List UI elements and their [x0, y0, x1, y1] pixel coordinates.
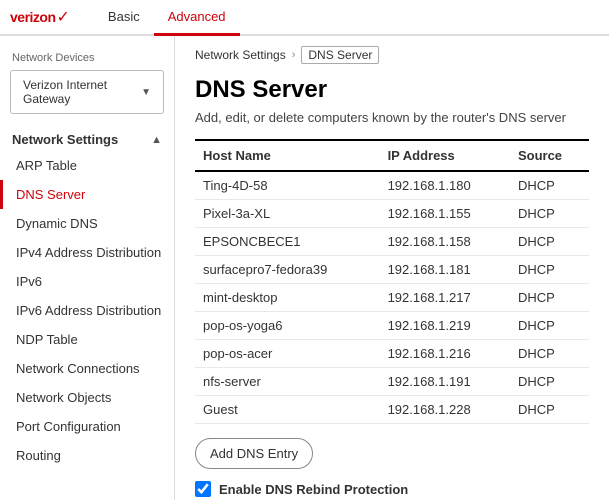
cell-host-name: Pixel-3a-XL	[195, 200, 380, 228]
sidebar: Network Devices Verizon Internet Gateway…	[0, 36, 175, 500]
table-row[interactable]: Pixel-3a-XL192.168.1.155DHCP	[195, 200, 589, 228]
cell-host-name: mint-desktop	[195, 284, 380, 312]
cell-source: DHCP	[510, 256, 589, 284]
network-device-dropdown[interactable]: Verizon Internet Gateway ▼	[10, 70, 164, 114]
breadcrumb-parent: Network Settings	[195, 48, 286, 62]
logo-check: ✓	[57, 7, 70, 27]
cell-ip-address: 192.168.1.155	[380, 200, 510, 228]
sidebar-items: ARP TableDNS ServerDynamic DNSIPv4 Addre…	[0, 151, 174, 470]
cell-source: DHCP	[510, 228, 589, 256]
table-header: Host NameIP AddressSource	[195, 140, 589, 171]
collapse-icon: ▲	[151, 134, 162, 146]
sidebar-item-network-connections[interactable]: Network Connections	[0, 354, 174, 383]
table-body: Ting-4D-58192.168.1.180DHCPPixel-3a-XL19…	[195, 171, 589, 424]
table-row[interactable]: surfacepro7-fedora39192.168.1.181DHCP	[195, 256, 589, 284]
breadcrumb-separator: ›	[292, 49, 296, 61]
sidebar-group-network-settings[interactable]: Network Settings ▲	[0, 124, 174, 151]
cell-host-name: nfs-server	[195, 368, 380, 396]
cell-ip-address: 192.168.1.180	[380, 171, 510, 200]
cell-ip-address: 192.168.1.217	[380, 284, 510, 312]
cell-source: DHCP	[510, 284, 589, 312]
sidebar-item-routing[interactable]: Routing	[0, 441, 174, 470]
group-label-text: Network Settings	[12, 132, 118, 147]
dns-rebind-label[interactable]: Enable DNS Rebind Protection	[219, 482, 408, 497]
sidebar-section-label: Network Devices	[0, 46, 174, 66]
page-title: DNS Server	[195, 76, 589, 104]
sidebar-item-arp-table[interactable]: ARP Table	[0, 151, 174, 180]
sidebar-item-ipv6[interactable]: IPv6	[0, 267, 174, 296]
chevron-down-icon: ▼	[141, 87, 151, 98]
cell-host-name: Guest	[195, 396, 380, 424]
sidebar-item-port-configuration[interactable]: Port Configuration	[0, 412, 174, 441]
col-header-source: Source	[510, 140, 589, 171]
cell-source: DHCP	[510, 396, 589, 424]
dns-rebind-checkbox[interactable]	[195, 481, 211, 497]
cell-source: DHCP	[510, 340, 589, 368]
table-row[interactable]: nfs-server192.168.1.191DHCP	[195, 368, 589, 396]
table-row[interactable]: pop-os-acer192.168.1.216DHCP	[195, 340, 589, 368]
breadcrumb: Network Settings › DNS Server	[195, 36, 589, 68]
sidebar-item-network-objects[interactable]: Network Objects	[0, 383, 174, 412]
sidebar-item-dns-server[interactable]: DNS Server	[0, 180, 174, 209]
top-nav: verizon ✓ Basic Advanced	[0, 0, 609, 36]
dropdown-label: Verizon Internet Gateway	[23, 78, 141, 106]
dns-rebind-protection: Enable DNS Rebind Protection	[195, 481, 589, 497]
sidebar-item-ndp-table[interactable]: NDP Table	[0, 325, 174, 354]
logo-text: verizon	[10, 9, 56, 25]
cell-source: DHCP	[510, 200, 589, 228]
table-row[interactable]: Guest192.168.1.228DHCP	[195, 396, 589, 424]
cell-host-name: pop-os-yoga6	[195, 312, 380, 340]
cell-source: DHCP	[510, 368, 589, 396]
sidebar-item-ipv4-address-distribution[interactable]: IPv4 Address Distribution	[0, 238, 174, 267]
table-row[interactable]: pop-os-yoga6192.168.1.219DHCP	[195, 312, 589, 340]
table-row[interactable]: EPSONCBECE1192.168.1.158DHCP	[195, 228, 589, 256]
tab-basic[interactable]: Basic	[94, 0, 154, 36]
cell-host-name: EPSONCBECE1	[195, 228, 380, 256]
page-description: Add, edit, or delete computers known by …	[195, 110, 589, 125]
cell-host-name: pop-os-acer	[195, 340, 380, 368]
main-layout: Network Devices Verizon Internet Gateway…	[0, 36, 609, 500]
table-row[interactable]: Ting-4D-58192.168.1.180DHCP	[195, 171, 589, 200]
table-row[interactable]: mint-desktop192.168.1.217DHCP	[195, 284, 589, 312]
dns-table: Host NameIP AddressSource Ting-4D-58192.…	[195, 139, 589, 424]
verizon-logo: verizon ✓	[10, 7, 70, 27]
cell-source: DHCP	[510, 312, 589, 340]
content-area: Network Settings › DNS Server DNS Server…	[175, 36, 609, 500]
col-header-host-name: Host Name	[195, 140, 380, 171]
cell-source: DHCP	[510, 171, 589, 200]
cell-ip-address: 192.168.1.181	[380, 256, 510, 284]
cell-host-name: Ting-4D-58	[195, 171, 380, 200]
cell-ip-address: 192.168.1.219	[380, 312, 510, 340]
tab-advanced[interactable]: Advanced	[154, 0, 240, 36]
cell-ip-address: 192.168.1.191	[380, 368, 510, 396]
cell-ip-address: 192.168.1.158	[380, 228, 510, 256]
cell-ip-address: 192.168.1.216	[380, 340, 510, 368]
col-header-ip-address: IP Address	[380, 140, 510, 171]
sidebar-item-ipv6-address-distribution[interactable]: IPv6 Address Distribution	[0, 296, 174, 325]
sidebar-item-dynamic-dns[interactable]: Dynamic DNS	[0, 209, 174, 238]
cell-ip-address: 192.168.1.228	[380, 396, 510, 424]
add-dns-entry-button[interactable]: Add DNS Entry	[195, 438, 313, 469]
breadcrumb-current: DNS Server	[301, 46, 379, 64]
cell-host-name: surfacepro7-fedora39	[195, 256, 380, 284]
